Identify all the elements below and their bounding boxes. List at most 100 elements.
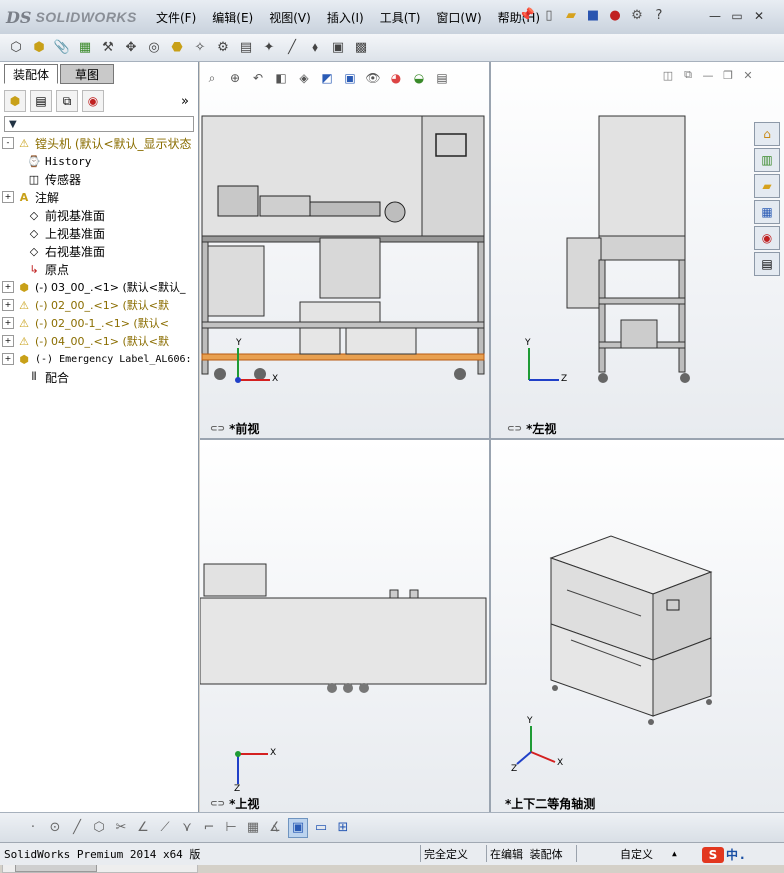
show-hidden-icon[interactable]: ◎ [144, 38, 164, 58]
polygon-icon[interactable]: ⬡ [90, 819, 108, 837]
smart-fasteners-icon[interactable]: ⚒ [98, 38, 118, 58]
options-icon[interactable]: ⚙ [628, 6, 646, 24]
explode-line-icon[interactable]: ╱ [282, 38, 302, 58]
menu-file[interactable]: 文件(F) [148, 9, 204, 27]
tree-item-component[interactable]: + ⬢ (-) Emergency Label_AL606: [2, 350, 198, 368]
expand-toggle[interactable]: + [2, 191, 14, 203]
tree-item-right-plane[interactable]: ◇ 右视基准面 [2, 242, 198, 260]
tree-item-history[interactable]: ⌚ History [2, 152, 198, 170]
clearance-icon[interactable]: ▩ [351, 38, 371, 58]
menu-view[interactable]: 视图(V) [261, 9, 319, 27]
display-manager-icon[interactable]: ◉ [82, 90, 104, 112]
expand-toggle[interactable]: + [2, 353, 14, 365]
viewport-isometric[interactable]: Y X Z *上下二等角轴测 [491, 440, 784, 812]
view-pane-icon[interactable]: ◫ [660, 68, 676, 82]
shaded-display-icon[interactable]: ▣ [288, 817, 308, 838]
tab-assembly[interactable]: 装配体 [4, 64, 58, 84]
home-icon[interactable]: ⌂ [754, 122, 780, 146]
tab-sketch[interactable]: 草图 [60, 64, 114, 84]
assembly-icon[interactable]: ⬡ [6, 38, 26, 58]
tree-item-mates[interactable]: ⫴ 配合 [2, 368, 198, 386]
offset-icon[interactable]: ⟋ [156, 819, 174, 837]
restore-button[interactable]: ▭ [728, 8, 746, 24]
tree-item-sensors[interactable]: ◫ 传感器 [2, 170, 198, 188]
linear-pattern-icon[interactable]: ▦ [75, 38, 95, 58]
angle-icon[interactable]: ∡ [266, 819, 284, 837]
filter-field[interactable]: ▼ [4, 116, 194, 132]
exploded-view-icon[interactable]: ✦ [259, 38, 279, 58]
zoom-to-area-icon[interactable]: ⊕ [225, 68, 245, 88]
feature-manager-icon[interactable]: ⬢ [4, 90, 26, 112]
file-explorer-icon[interactable]: ▰ [754, 174, 780, 198]
units-menu-arrow[interactable]: ▲ [672, 849, 677, 858]
grid-icon[interactable]: ▦ [244, 819, 262, 837]
assembly-features-icon[interactable]: ⬣ [167, 38, 187, 58]
viewport-close-button[interactable]: ✕ [740, 68, 756, 82]
viewport-left[interactable]: Y Z ⊂⊃ *左视 [491, 62, 784, 438]
view-settings-icon[interactable]: ▤ [432, 68, 452, 88]
fillet-icon[interactable]: ⌐ [200, 819, 218, 837]
expand-toggle[interactable]: + [2, 281, 14, 293]
tree-item-component[interactable]: + ⬢ (-) 03_00_.<1> (默认<默认_ [2, 278, 198, 296]
instant3d-icon[interactable]: ⬧ [305, 38, 325, 58]
tile-four-icon[interactable]: ⊞ [334, 819, 352, 837]
new-motion-study-icon[interactable]: ⚙ [213, 38, 233, 58]
reference-geometry-icon[interactable]: ✧ [190, 38, 210, 58]
zoom-to-fit-icon[interactable]: ⌕ [202, 68, 222, 88]
property-manager-icon[interactable]: ▤ [30, 90, 52, 112]
smart-dimension-icon[interactable]: ⊢ [222, 819, 240, 837]
mirror-icon[interactable]: ⋎ [178, 819, 196, 837]
view-pane-split-icon[interactable]: ⧉ [680, 68, 696, 82]
view-orientation-icon[interactable]: ◩ [317, 68, 337, 88]
viewport-horizontal-splitter[interactable] [200, 438, 784, 440]
solidworks-logo[interactable]: DS SOLIDWORKS [6, 6, 136, 28]
viewport-minimize-button[interactable]: — [700, 68, 716, 82]
viewport-vertical-splitter[interactable] [489, 62, 491, 812]
section-view-icon[interactable]: ◧ [271, 68, 291, 88]
pin-icon[interactable]: 📌 [518, 6, 536, 24]
tree-item-root[interactable]: - ⚠ 镗头机 (默认<默认_显示状态 [2, 134, 198, 152]
tree-item-origin[interactable]: ↳ 原点 [2, 260, 198, 278]
help-icon[interactable]: ? [650, 6, 668, 24]
expand-toggle[interactable]: + [2, 299, 14, 311]
menu-tools[interactable]: 工具(T) [372, 9, 429, 27]
tree-item-top-plane[interactable]: ◇ 上视基准面 [2, 224, 198, 242]
new-document-icon[interactable]: ▯ [540, 6, 558, 24]
apply-scene-icon[interactable]: ◒ [409, 68, 429, 88]
move-component-icon[interactable]: ✥ [121, 38, 141, 58]
design-library-icon[interactable]: ▥ [754, 148, 780, 172]
menu-window[interactable]: 窗口(W) [428, 9, 489, 27]
tree-item-component[interactable]: + ⚠ (-) 02_00_.<1> (默认<默 [2, 296, 198, 314]
open-folder-icon[interactable]: ▰ [562, 6, 580, 24]
tree-item-component[interactable]: + ⚠ (-) 04_00_.<1> (默认<默 [2, 332, 198, 350]
line-icon[interactable]: ╱ [68, 819, 86, 837]
minimize-button[interactable]: — [706, 8, 724, 24]
save-icon[interactable]: ■ [584, 6, 602, 24]
display-style-icon[interactable]: ▣ [340, 68, 360, 88]
expand-toggle[interactable]: + [2, 335, 14, 347]
point-icon[interactable]: · [24, 819, 42, 837]
custom-properties-icon[interactable]: ▤ [754, 252, 780, 276]
link-views-icon[interactable]: ⊂⊃ [507, 424, 522, 434]
tree-item-annotations[interactable]: + A 注解 [2, 188, 198, 206]
status-units[interactable]: 自定义 [620, 846, 653, 862]
expand-panel-icon[interactable]: » [176, 92, 194, 110]
hide-show-items-icon[interactable]: 👁 [363, 68, 383, 88]
circle-icon[interactable]: ⊙ [46, 819, 64, 837]
link-views-icon[interactable]: ⊂⊃ [210, 424, 225, 434]
bill-of-materials-icon[interactable]: ▤ [236, 38, 256, 58]
viewport-top[interactable]: X Z ⊂⊃ *上视 [200, 440, 489, 812]
view-palette-icon[interactable]: ▦ [754, 200, 780, 224]
menu-edit[interactable]: 编辑(E) [204, 9, 261, 27]
link-views-icon[interactable]: ⊂⊃ [210, 799, 225, 809]
edit-appearance-icon[interactable]: ◕ [386, 68, 406, 88]
configuration-manager-icon[interactable]: ⧉ [56, 90, 78, 112]
trim-icon[interactable]: ✂ [112, 819, 130, 837]
ime-indicator[interactable]: S 中 . [702, 846, 745, 863]
collapse-toggle[interactable]: - [2, 137, 14, 149]
tile-horizontal-icon[interactable]: ▭ [312, 819, 330, 837]
expand-toggle[interactable]: + [2, 317, 14, 329]
interference-icon[interactable]: ▣ [328, 38, 348, 58]
insert-component-icon[interactable]: ⬢ [29, 38, 49, 58]
viewport-front[interactable]: Y X ⊂⊃ *前视 [200, 62, 489, 438]
